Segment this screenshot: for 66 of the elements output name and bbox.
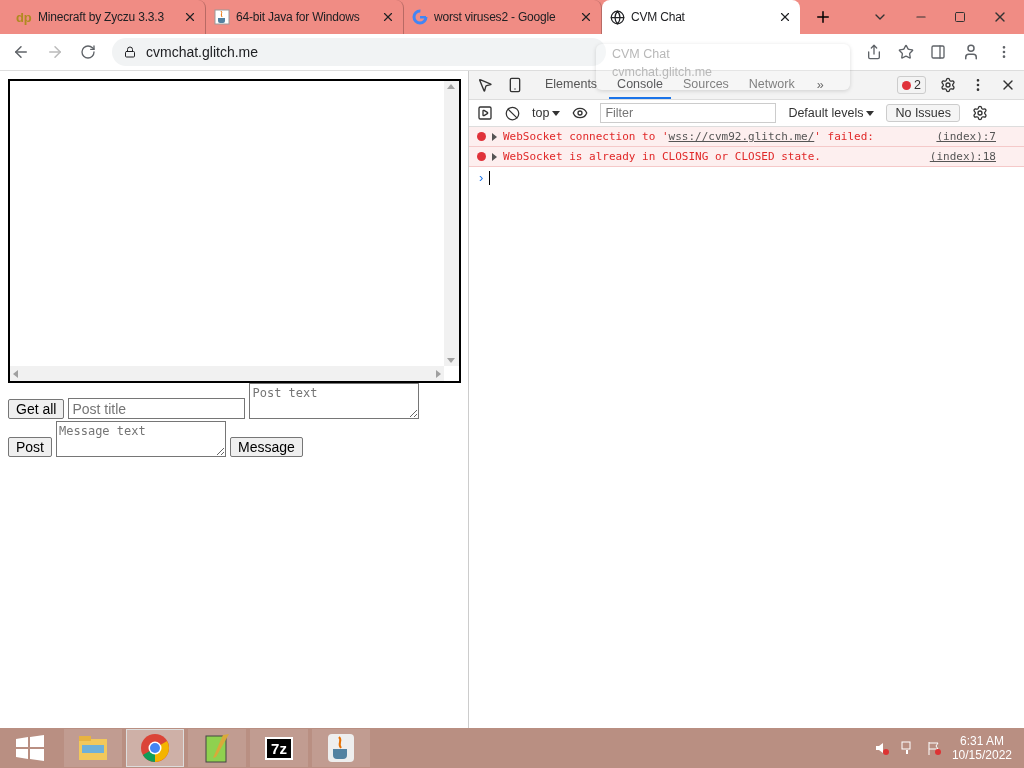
back-icon[interactable] [12, 43, 30, 61]
url-link[interactable]: wss://cvm92.glitch.me/ [668, 130, 815, 143]
error-count[interactable]: 2 [897, 76, 926, 94]
chrome-icon [140, 733, 170, 763]
get-all-button[interactable]: Get all [8, 399, 65, 419]
post-button[interactable]: Post [8, 437, 52, 457]
browser-tab[interactable]: dp Minecraft by Zyczu 3.3.3 [8, 0, 206, 34]
close-icon[interactable] [381, 10, 395, 24]
share-icon[interactable] [866, 44, 882, 60]
lock-icon [124, 46, 136, 58]
archive-icon: 7z [265, 736, 293, 760]
close-icon[interactable] [778, 10, 792, 24]
context-select[interactable]: top [532, 106, 561, 120]
flag-icon[interactable] [925, 740, 942, 756]
device-icon[interactable] [507, 77, 523, 93]
filter-field[interactable]: Filter [600, 103, 777, 123]
source-link[interactable]: (index):18 [929, 150, 996, 163]
caret-icon [866, 110, 875, 116]
address-bar[interactable]: cvmchat.glitch.me [112, 38, 606, 66]
muted-speaker-icon[interactable] [873, 740, 890, 756]
sidebar-toggle-icon[interactable] [477, 105, 493, 121]
notepad-icon [204, 733, 230, 763]
taskbar-app[interactable]: 7z [250, 729, 308, 767]
live-expression-icon[interactable] [572, 105, 589, 121]
new-tab-icon[interactable] [814, 8, 832, 26]
taskbar-app[interactable] [188, 729, 246, 767]
issues-button[interactable]: No Issues [886, 104, 961, 122]
profile-icon[interactable] [962, 43, 980, 61]
error-message: WebSocket is already in CLOSING or CLOSED state. [503, 150, 822, 163]
browser-tab[interactable]: 64-bit Java for Windows [206, 0, 404, 34]
browser-tab[interactable]: CVM Chat [602, 0, 800, 34]
clear-console-icon[interactable] [505, 105, 520, 121]
settings-icon[interactable] [940, 77, 956, 93]
close-icon[interactable] [183, 10, 197, 24]
globe-icon [610, 9, 625, 25]
levels-select[interactable]: Default levels [788, 106, 875, 120]
post-text-field[interactable]: Post text [249, 383, 420, 419]
text-cursor [489, 170, 491, 185]
expand-icon[interactable] [492, 152, 497, 161]
more-tabs-icon[interactable]: » [816, 78, 824, 92]
error-icon [477, 132, 486, 141]
inspect-icon[interactable] [477, 77, 493, 93]
prompt-icon: › [479, 170, 484, 185]
close-icon[interactable] [579, 10, 593, 24]
expand-icon[interactable] [492, 132, 497, 141]
bookmark-icon[interactable] [898, 44, 914, 60]
error-message: WebSocket connection to 'wss://cvm92.glitch.me/' failed: [503, 130, 875, 143]
error-icon [477, 152, 486, 161]
caret-icon [552, 110, 561, 116]
folder-icon [78, 735, 108, 761]
taskbar-app[interactable] [312, 729, 370, 767]
maximize-icon[interactable] [954, 11, 966, 23]
java-cup-icon [327, 733, 355, 763]
taskbar-app[interactable] [126, 729, 184, 767]
reload-icon[interactable] [80, 44, 96, 60]
message-button[interactable]: Message [230, 437, 303, 457]
source-link[interactable]: (index):7 [936, 130, 996, 143]
devtools-tab[interactable]: Elements [537, 71, 606, 99]
google-g-icon [412, 9, 428, 25]
favicon: dp [16, 9, 32, 25]
post-title-field[interactable]: Post title [68, 398, 246, 419]
message-text-field[interactable]: Message text [56, 421, 226, 457]
settings-icon[interactable] [972, 105, 989, 121]
devtools-tab[interactable]: Network [740, 71, 803, 99]
side-panel-icon[interactable] [930, 44, 946, 60]
java-cup-icon [214, 9, 230, 25]
